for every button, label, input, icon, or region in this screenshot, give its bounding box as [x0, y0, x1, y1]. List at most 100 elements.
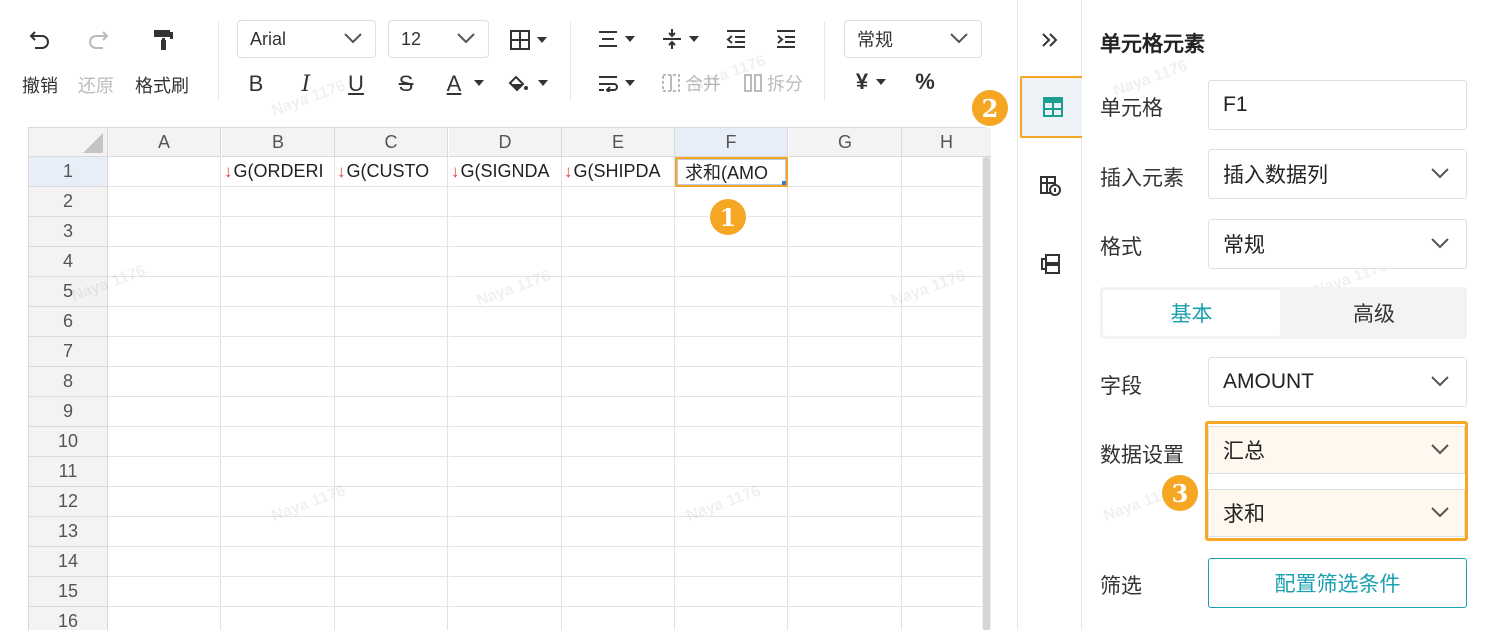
cell-a4[interactable] — [108, 247, 221, 277]
format-select[interactable]: 常规 — [1208, 219, 1467, 269]
cell-h1[interactable] — [902, 157, 991, 187]
cell-a11[interactable] — [108, 457, 221, 487]
format-painter-button[interactable] — [149, 26, 177, 54]
cell-a15[interactable] — [108, 577, 221, 607]
cell-e8[interactable] — [562, 367, 675, 397]
cell-b13[interactable] — [222, 517, 335, 547]
cell-d2[interactable] — [449, 187, 562, 217]
row-header-16[interactable]: 16 — [29, 607, 108, 630]
cell-h14[interactable] — [902, 547, 991, 577]
cell-f15[interactable] — [675, 577, 788, 607]
cell-e14[interactable] — [562, 547, 675, 577]
cell-e6[interactable] — [562, 307, 675, 337]
cell-element-tab[interactable] — [1020, 76, 1086, 138]
cell-a8[interactable] — [108, 367, 221, 397]
cell-e7[interactable] — [562, 337, 675, 367]
cell-f1[interactable]: 求和(AMO — [675, 157, 788, 187]
cell-b5[interactable] — [222, 277, 335, 307]
cell-c14[interactable] — [335, 547, 448, 577]
cell-reference-input[interactable]: F1 — [1208, 80, 1467, 130]
currency-button[interactable]: ¥ — [848, 68, 894, 96]
cell-d11[interactable] — [449, 457, 562, 487]
widget-tab[interactable] — [1026, 240, 1074, 288]
cell-b4[interactable] — [222, 247, 335, 277]
cell-g14[interactable] — [789, 547, 902, 577]
cell-e9[interactable] — [562, 397, 675, 427]
cell-e12[interactable] — [562, 487, 675, 517]
column-header-e[interactable]: E — [562, 128, 675, 157]
cell-a16[interactable] — [108, 607, 221, 630]
cell-e15[interactable] — [562, 577, 675, 607]
row-header-10[interactable]: 10 — [29, 427, 108, 457]
row-header-1[interactable]: 1 — [29, 157, 108, 187]
cell-f9[interactable] — [675, 397, 788, 427]
cell-a5[interactable] — [108, 277, 221, 307]
cell-f4[interactable] — [675, 247, 788, 277]
cell-g7[interactable] — [789, 337, 902, 367]
cell-b3[interactable] — [222, 217, 335, 247]
border-button[interactable] — [505, 28, 551, 52]
cell-h7[interactable] — [902, 337, 991, 367]
cell-f10[interactable] — [675, 427, 788, 457]
cell-f12[interactable] — [675, 487, 788, 517]
cell-attribute-tab[interactable] — [1026, 162, 1074, 210]
select-all-corner[interactable] — [29, 128, 108, 157]
cell-c2[interactable] — [335, 187, 448, 217]
cell-d6[interactable] — [449, 307, 562, 337]
cell-g16[interactable] — [789, 607, 902, 630]
cell-h8[interactable] — [902, 367, 991, 397]
redo-button[interactable] — [84, 26, 112, 54]
cell-c10[interactable] — [335, 427, 448, 457]
cell-d14[interactable] — [449, 547, 562, 577]
cell-h16[interactable] — [902, 607, 991, 630]
cell-h9[interactable] — [902, 397, 991, 427]
cell-d12[interactable] — [449, 487, 562, 517]
cell-b10[interactable] — [222, 427, 335, 457]
cell-c16[interactable] — [335, 607, 448, 630]
undo-label[interactable]: 撤销 — [22, 72, 58, 98]
cell-f13[interactable] — [675, 517, 788, 547]
cell-b11[interactable] — [222, 457, 335, 487]
cell-d9[interactable] — [449, 397, 562, 427]
cell-g15[interactable] — [789, 577, 902, 607]
cell-g11[interactable] — [789, 457, 902, 487]
data-setting-select[interactable]: 汇总 — [1208, 426, 1465, 474]
split-button[interactable]: 拆分 — [740, 70, 806, 96]
row-header-2[interactable]: 2 — [29, 187, 108, 217]
cell-a7[interactable] — [108, 337, 221, 367]
cell-g10[interactable] — [789, 427, 902, 457]
insert-element-select[interactable]: 插入数据列 — [1208, 149, 1467, 199]
cell-a6[interactable] — [108, 307, 221, 337]
cell-f8[interactable] — [675, 367, 788, 397]
cell-a2[interactable] — [108, 187, 221, 217]
cell-c7[interactable] — [335, 337, 448, 367]
collapse-panel-button[interactable] — [1026, 16, 1074, 64]
increase-indent-button[interactable] — [772, 26, 800, 52]
cell-c6[interactable] — [335, 307, 448, 337]
row-header-9[interactable]: 9 — [29, 397, 108, 427]
row-header-15[interactable]: 15 — [29, 577, 108, 607]
cell-c9[interactable] — [335, 397, 448, 427]
cell-e3[interactable] — [562, 217, 675, 247]
horizontal-align-button[interactable] — [594, 26, 638, 52]
cell-g9[interactable] — [789, 397, 902, 427]
cell-g4[interactable] — [789, 247, 902, 277]
row-header-3[interactable]: 3 — [29, 217, 108, 247]
cell-f16[interactable] — [675, 607, 788, 630]
spreadsheet-grid[interactable]: A B C D E F G H 1 ↓ G(ORDERI ↓ G(CUSTO ↓ G(SIGNDA ↓ G(SH… — [28, 127, 991, 630]
cell-g2[interactable] — [789, 187, 902, 217]
cell-b9[interactable] — [222, 397, 335, 427]
column-header-f[interactable]: F — [675, 128, 788, 157]
scrollbar-thumb[interactable] — [983, 157, 990, 630]
cell-d8[interactable] — [449, 367, 562, 397]
row-header-14[interactable]: 14 — [29, 547, 108, 577]
cell-d7[interactable] — [449, 337, 562, 367]
cell-b12[interactable] — [222, 487, 335, 517]
cell-e1[interactable]: ↓ G(SHIPDA — [562, 157, 675, 187]
cell-b1[interactable]: ↓ G(ORDERI — [222, 157, 335, 187]
column-header-a[interactable]: A — [108, 128, 221, 157]
row-header-5[interactable]: 5 — [29, 277, 108, 307]
cell-c3[interactable] — [335, 217, 448, 247]
cell-c5[interactable] — [335, 277, 448, 307]
row-header-6[interactable]: 6 — [29, 307, 108, 337]
